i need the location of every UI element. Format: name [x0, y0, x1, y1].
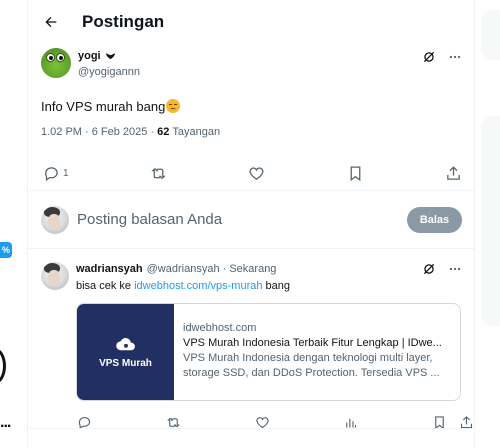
author-handle[interactable]: @yogigannn — [78, 64, 140, 80]
grok-icon[interactable] — [422, 50, 436, 64]
author-names: yogi @yogigannn — [78, 48, 140, 80]
page-header: Postingan — [29, 0, 474, 44]
avatar[interactable] — [41, 48, 71, 78]
verified-icon — [105, 51, 116, 61]
post-action-bar: 1 — [29, 156, 474, 190]
right-search-card — [481, 10, 500, 60]
reply-header: wadriansyah @wadriansyah · Sekarang — [76, 262, 462, 276]
post-time[interactable]: 1.02 PM · 6 Feb 2025 · — [41, 126, 154, 138]
right-trends-card — [481, 116, 500, 326]
views-count: 62 — [157, 126, 170, 138]
avatar-eye-left — [46, 53, 55, 62]
link-card-description: VPS Murah Indonesia dengan teknologi mul… — [183, 352, 440, 379]
author-name-row[interactable]: yogi — [78, 48, 140, 64]
like-icon[interactable] — [248, 165, 265, 182]
share-icon[interactable] — [445, 165, 462, 182]
link-card-info: idwebhost.com VPS Murah Indonesia Terbai… — [174, 304, 460, 400]
back-arrow-icon[interactable] — [41, 12, 61, 32]
rail-badge: % — [0, 242, 12, 258]
rail-avatar-ring — [0, 348, 6, 384]
link-card-thumb-label: VPS Murah — [99, 357, 152, 369]
link-card-domain: idwebhost.com — [183, 322, 257, 334]
reply-submit-button[interactable]: Balas — [407, 206, 462, 233]
views-label: Tayangan — [172, 126, 221, 138]
link-card-thumbnail: VPS Murah — [77, 304, 174, 400]
more-icon[interactable] — [448, 262, 462, 276]
avatar-eye-right — [56, 53, 65, 62]
reply-link[interactable]: idwebhost.com/vps-murah — [134, 280, 262, 292]
reply-post[interactable]: wadriansyah @wadriansyah · Sekarang bisa… — [29, 254, 474, 401]
author-name[interactable]: yogi — [78, 48, 101, 64]
left-sidebar-edge: % ... — [0, 0, 28, 448]
page-title: Postingan — [82, 12, 165, 31]
bookmark-icon[interactable] — [347, 165, 364, 182]
cloud-icon — [115, 336, 137, 352]
reply-composer: Posting balasan Anda Balas — [29, 191, 474, 249]
post-text-content: Info VPS murah bang — [41, 98, 166, 114]
reply-text-suffix: bang — [265, 280, 291, 292]
main-post: yogi @yogigannn Info VPS murah bang 1.02… — [29, 48, 474, 140]
reply-author-name[interactable]: wadriansyah — [76, 263, 143, 275]
reply-body: wadriansyah @wadriansyah · Sekarang bisa… — [76, 262, 462, 401]
reply-action[interactable]: 1 — [43, 165, 69, 182]
avatar[interactable] — [41, 262, 69, 290]
reply-count: 1 — [63, 167, 69, 179]
reply-text: bisa cek ke idwebhost.com/vps-murah bang — [76, 280, 462, 294]
link-preview-card[interactable]: VPS Murah idwebhost.com VPS Murah Indone… — [76, 303, 461, 401]
main-column: Postingan yogi @yogigannn Info VPS murah… — [29, 0, 474, 448]
more-icon[interactable] — [448, 50, 462, 64]
reply-header-actions — [422, 262, 462, 276]
reply-action-bar — [29, 411, 474, 433]
rail-more-icon[interactable]: ... — [0, 414, 11, 432]
reply-author-handle[interactable]: @wadriansyah · Sekarang — [147, 263, 277, 275]
right-sidebar-edge — [474, 0, 500, 448]
reply-text-prefix: bisa cek ke — [76, 280, 132, 292]
reply-input[interactable]: Posting balasan Anda — [77, 211, 222, 228]
post-text: Info VPS murah bang — [41, 96, 462, 116]
post-header-actions — [422, 50, 462, 64]
reply-icon — [43, 165, 60, 182]
pensive-emoji-icon — [166, 99, 181, 113]
divider — [29, 428, 474, 429]
retweet-icon[interactable] — [150, 165, 167, 182]
post-author-row: yogi @yogigannn — [41, 48, 462, 88]
grok-icon[interactable] — [422, 262, 436, 276]
post-meta: 1.02 PM · 6 Feb 2025 · 62 Tayangan — [41, 124, 462, 140]
link-card-title: VPS Murah Indonesia Terbaik Fitur Lengka… — [183, 337, 442, 349]
avatar[interactable] — [41, 205, 69, 234]
